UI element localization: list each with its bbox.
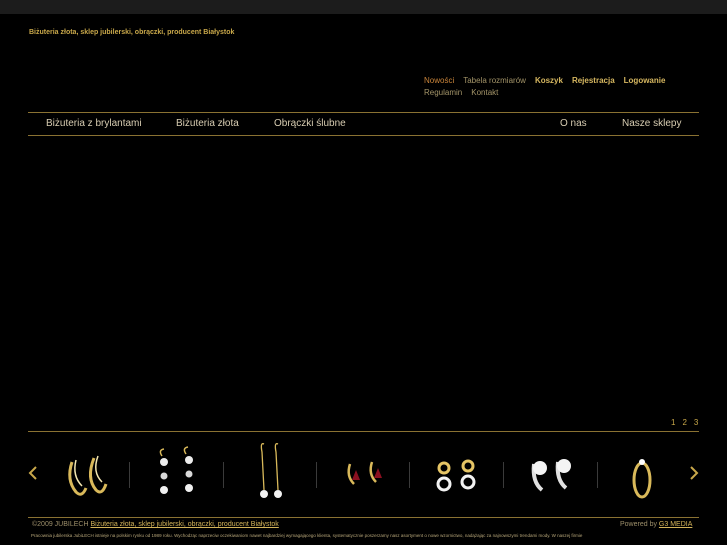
link-regulamin[interactable]: Regulamin	[424, 87, 462, 99]
powered-by: Powered by G3 MEDIA	[620, 521, 692, 528]
nav-item-bizuteria-z-brylantami[interactable]: Biżuteria z brylantami	[46, 118, 142, 129]
copyright-text: ©2009 JUBILECH	[32, 521, 89, 528]
product-thumb-diamond-ring[interactable]	[602, 440, 692, 508]
powered-by-label: Powered by	[620, 521, 657, 528]
site-tagline: Biżuteria złota, sklep jubilerski, obrąc…	[29, 29, 235, 36]
link-logowanie[interactable]: Logowanie	[624, 75, 666, 87]
carousel-separator	[597, 462, 598, 488]
product-thumb-double-circle-earrings[interactable]	[416, 440, 506, 508]
product-carousel	[28, 436, 699, 512]
link-rejestracja[interactable]: Rejestracja	[572, 75, 615, 87]
carousel-separator	[409, 462, 410, 488]
product-thumb-pearl-stud-earrings[interactable]	[510, 440, 600, 508]
carousel-separator	[223, 462, 224, 488]
carousel-divider-top	[28, 431, 699, 432]
carousel-next-arrow-icon[interactable]	[690, 466, 699, 485]
footer-seo-link[interactable]: Biżuteria złota, sklep jubilerski, obrąc…	[90, 521, 278, 528]
powered-by-link[interactable]: G3 MEDIA	[659, 521, 692, 528]
top-links: Nowości Tabela rozmiarów Koszyk Rejestra…	[424, 75, 665, 99]
footer-copyright-line: ©2009 JUBILECH Biżuteria złota, sklep ju…	[32, 521, 279, 528]
main-nav: Biżuteria z brylantami Biżuteria złota O…	[28, 113, 699, 135]
product-thumb-ruby-earrings[interactable]	[322, 440, 412, 508]
pager-page-2[interactable]: 2	[682, 418, 686, 427]
carousel-separator	[316, 462, 317, 488]
product-thumb-hoop-earrings[interactable]	[42, 440, 132, 508]
product-thumb-pearl-drop-earrings[interactable]	[134, 440, 224, 508]
link-kontakt[interactable]: Kontakt	[471, 87, 498, 99]
link-nowosci[interactable]: Nowości	[424, 75, 454, 87]
pager-page-1[interactable]: 1	[671, 418, 675, 427]
nav-item-o-nas[interactable]: O nas	[560, 118, 587, 129]
footer-description: Pracownia jubilerska JubiLECH istnieje n…	[31, 533, 583, 538]
carousel-separator	[129, 462, 130, 488]
footer-divider	[28, 517, 699, 518]
nav-divider-bottom	[28, 135, 699, 136]
link-tabela-rozmiarow[interactable]: Tabela rozmiarów	[463, 75, 526, 87]
product-thumb-long-hook-earrings[interactable]	[228, 440, 318, 508]
carousel-separator	[503, 462, 504, 488]
nav-item-nasze-sklepy[interactable]: Nasze sklepy	[622, 118, 681, 129]
slideshow-pager: 1 2 3	[671, 418, 698, 427]
pager-page-3[interactable]: 3	[694, 418, 698, 427]
nav-item-bizuteria-zlota[interactable]: Biżuteria złota	[176, 118, 239, 129]
link-koszyk[interactable]: Koszyk	[535, 75, 563, 87]
nav-item-obraczki-slubne[interactable]: Obrączki ślubne	[274, 118, 346, 129]
carousel-prev-arrow-icon[interactable]	[28, 466, 37, 485]
top-bar	[0, 0, 727, 14]
